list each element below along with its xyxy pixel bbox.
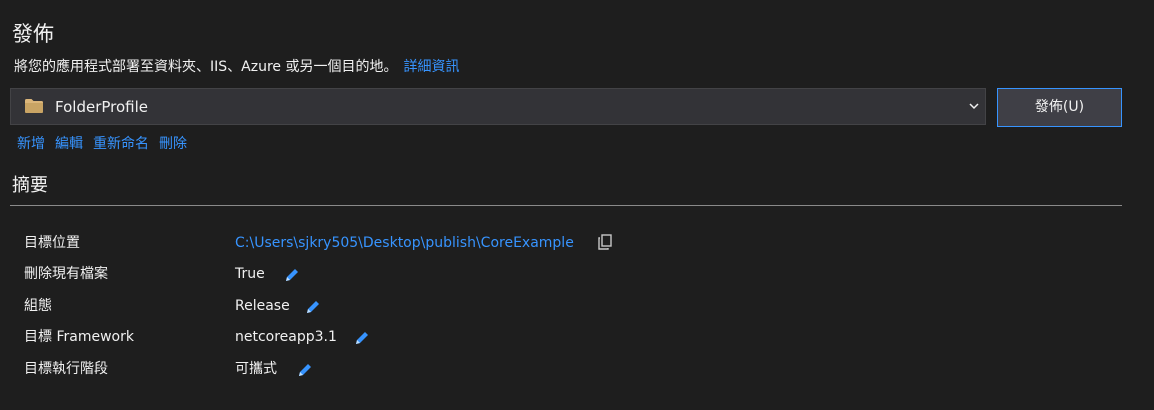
profile-actions: 新增 編輯 重新命名 刪除 bbox=[17, 134, 197, 154]
summary-label: 刪除現有檔案 bbox=[24, 266, 108, 282]
summary-row-delete-existing-files: 刪除現有檔案 True bbox=[24, 262, 1124, 286]
summary-title: 摘要 bbox=[12, 175, 48, 196]
summary-divider bbox=[10, 205, 1122, 206]
more-info-link[interactable]: 詳細資訊 bbox=[403, 59, 459, 75]
edit-profile-link[interactable]: 編輯 bbox=[55, 136, 83, 152]
target-location-link[interactable]: C:\Users\sjkry505\Desktop\publish\CoreEx… bbox=[235, 231, 574, 255]
description-text: 將您的應用程式部署至資料夾、IIS、Azure 或另一個目的地。 bbox=[14, 59, 398, 75]
chevron-down-icon[interactable] bbox=[969, 102, 979, 110]
new-profile-link[interactable]: 新增 bbox=[17, 136, 45, 152]
summary-label: 目標 Framework bbox=[24, 329, 134, 345]
summary-label: 組態 bbox=[24, 298, 52, 314]
copy-icon[interactable] bbox=[596, 233, 614, 251]
profile-name: FolderProfile bbox=[55, 98, 148, 116]
profile-dropdown[interactable]: FolderProfile bbox=[10, 88, 986, 125]
folder-icon bbox=[25, 99, 43, 113]
edit-icon[interactable] bbox=[353, 329, 371, 347]
summary-row-configuration: 組態 Release bbox=[24, 294, 1124, 318]
delete-profile-link[interactable]: 刪除 bbox=[159, 136, 187, 152]
page-title: 發佈 bbox=[12, 22, 54, 46]
edit-icon[interactable] bbox=[304, 298, 322, 316]
summary-label: 目標執行階段 bbox=[24, 361, 108, 377]
summary-value: Release bbox=[235, 298, 290, 314]
publish-button[interactable]: 發佈(U) bbox=[997, 88, 1122, 127]
edit-icon[interactable] bbox=[296, 361, 314, 379]
rename-profile-link[interactable]: 重新命名 bbox=[93, 136, 149, 152]
summary-row-target-location: 目標位置 C:\Users\sjkry505\Desktop\publish\C… bbox=[24, 231, 1124, 255]
summary-row-target-runtime: 目標執行階段 可攜式 bbox=[24, 357, 1124, 381]
page-description: 將您的應用程式部署至資料夾、IIS、Azure 或另一個目的地。 詳細資訊 bbox=[14, 57, 459, 77]
summary-value: 可攜式 bbox=[235, 361, 277, 377]
summary-row-target-framework: 目標 Framework netcoreapp3.1 bbox=[24, 325, 1124, 349]
summary-value: netcoreapp3.1 bbox=[235, 329, 337, 345]
edit-icon[interactable] bbox=[283, 266, 301, 284]
summary-label: 目標位置 bbox=[24, 235, 80, 251]
summary-value: True bbox=[235, 266, 265, 282]
